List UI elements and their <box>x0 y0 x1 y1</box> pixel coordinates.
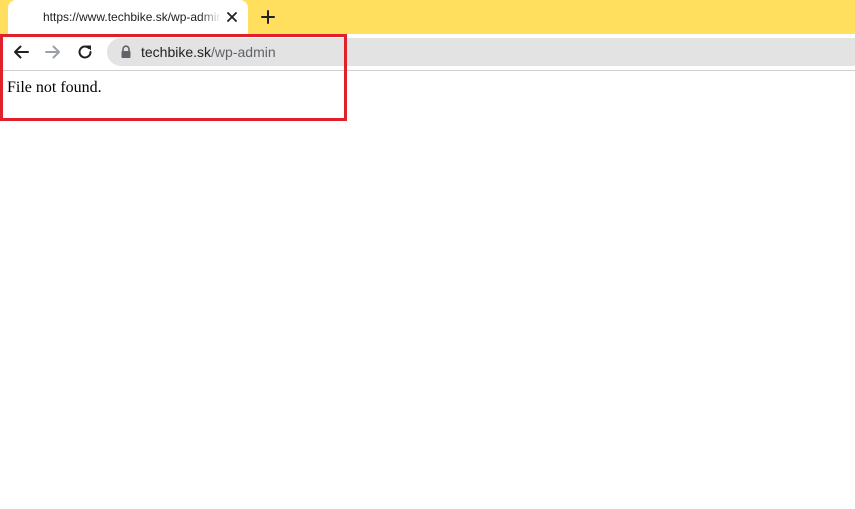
plus-icon[interactable] <box>257 6 279 28</box>
page-message: File not found. <box>7 79 102 96</box>
reload-icon[interactable] <box>73 40 97 64</box>
url-host: techbike.sk <box>141 44 212 60</box>
close-icon[interactable] <box>222 7 242 27</box>
forward-arrow-icon[interactable] <box>41 40 65 64</box>
lock-icon[interactable] <box>119 45 133 59</box>
address-bar[interactable]: techbike.sk/wp-admin <box>107 38 855 66</box>
url-path: /wp-admin <box>211 44 276 60</box>
tab-title: https://www.techbike.sk/wp-admin <box>43 10 221 24</box>
tab-strip: https://www.techbike.sk/wp-admin <box>0 0 855 34</box>
browser-toolbar: techbike.sk/wp-admin <box>0 34 855 71</box>
tab-active[interactable]: https://www.techbike.sk/wp-admin <box>8 0 248 34</box>
url-text: techbike.sk/wp-admin <box>141 44 276 60</box>
back-arrow-icon[interactable] <box>9 40 33 64</box>
